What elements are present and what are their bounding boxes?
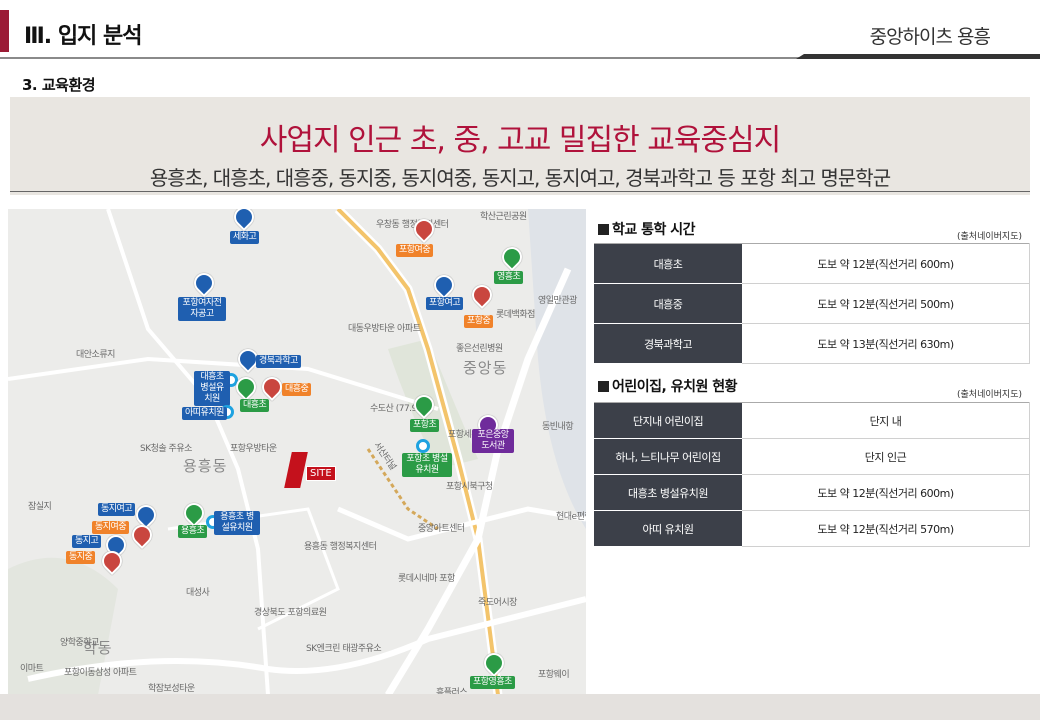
table-key: 하나, 느티나무 어린이집 (594, 438, 742, 475)
place-label: 포항웨이 (538, 670, 570, 680)
map-tag[interactable]: 세화고 (230, 231, 260, 244)
place-label: 대동우방타운 아파트 (348, 324, 421, 334)
map-tag[interactable]: 영흥초 (494, 271, 524, 284)
table-row: 대흥초 병설유치원 도보 약 12분(직선거리 600m) (594, 474, 1030, 511)
place-label: 대성사 (186, 588, 210, 598)
table-value: 도보 약 12분(직선거리 600m) (742, 243, 1030, 284)
map-tag[interactable]: 동지여고 (98, 503, 136, 516)
subsection-title: 3. 교육환경 (22, 76, 96, 94)
map-tag[interactable]: 용흥초 병설유치원 (214, 511, 260, 535)
map-tag[interactable]: 대흥초 (240, 399, 270, 412)
place-label: 포항우방타운 (230, 444, 277, 454)
daycare-source: (출처네이버지도) (957, 390, 1022, 400)
table-row: 아띠 유치원 도보 약 12분(직선거리 570m) (594, 510, 1030, 547)
map-tag[interactable]: 동지고 (72, 535, 102, 548)
banner-underline (10, 191, 1030, 192)
table-row: 하나, 느티나무 어린이집 단지 인근 (594, 438, 1030, 475)
map-tag[interactable]: 용흥초 (178, 525, 208, 538)
place-label: 포항시북구청 (446, 482, 493, 492)
table-row: 대흥초 도보 약 12분(직선거리 600m) (594, 243, 1030, 284)
place-label: 좋은선린병원 (456, 344, 503, 354)
place-label: 동빈내항 (542, 422, 574, 432)
table-key: 대흥초 (594, 243, 742, 284)
place-label: 학산근린공원 (480, 212, 527, 222)
place-label: 롯데백화점 (496, 310, 535, 320)
banner-subline: 용흥초, 대흥초, 대흥중, 동지중, 동지여중, 동지고, 동지여고, 경북과… (149, 166, 891, 190)
place-label: 잠실지 (28, 502, 52, 512)
table-key: 단지내 어린이집 (594, 402, 742, 439)
kindergarten-marker-icon[interactable] (416, 439, 430, 453)
commute-title: 학교 통학 시간 (598, 219, 696, 239)
place-label: 죽도어시장 (478, 598, 517, 608)
table-value: 도보 약 13분(직선거리 630m) (742, 323, 1030, 364)
place-label: 대안소류지 (76, 350, 115, 360)
table-key: 대흥초 병설유치원 (594, 474, 742, 511)
place-label: 용흥동 행정복지센터 (304, 542, 377, 552)
site-label[interactable]: SITE (306, 466, 336, 481)
map-tag[interactable]: 경북과학고 (256, 355, 301, 368)
location-map[interactable]: 용흥동 중앙동 학동 우창동 행정복지센터 대동우방타운 아파트 수도산 (77… (8, 209, 586, 695)
table-row: 단지내 어린이집 단지 내 (594, 402, 1030, 439)
banner-headline: 사업지 인근 초, 중, 고교 밀집한 교육중심지 (259, 123, 782, 158)
place-label: 우창동 행정복지센터 (376, 220, 449, 230)
section-title: Ⅲ. 입지 분석 (24, 24, 142, 49)
bullet-square-icon (598, 224, 609, 235)
map-tag[interactable]: 포항영흥초 (470, 676, 515, 689)
table-key: 경북과학고 (594, 323, 742, 364)
map-tag[interactable]: 포항중 (464, 315, 494, 328)
place-label: 포항이동삼성 아파트 (64, 668, 137, 678)
daycare-title: 어린이집, 유치원 현황 (598, 376, 738, 396)
district-label: 용흥동 (183, 457, 228, 475)
place-label: 학잠보성타운 (148, 684, 195, 694)
section-accent-bar (0, 10, 9, 52)
table-value: 단지 내 (742, 402, 1030, 439)
table-value: 도보 약 12분(직선거리 500m) (742, 283, 1030, 324)
table-key: 대흥중 (594, 283, 742, 324)
place-label: 현대e편한 주유 (556, 512, 586, 522)
header-divider-accent (796, 54, 1040, 59)
daycare-table: 단지내 어린이집 단지 내 하나, 느티나무 어린이집 단지 인근 대흥초 병설유치… (594, 402, 1030, 547)
table-value: 도보 약 12분(직선거리 570m) (742, 510, 1030, 547)
map-tag[interactable]: 포항여자전자공고 (178, 297, 226, 321)
table-row: 대흥중 도보 약 12분(직선거리 500m) (594, 283, 1030, 324)
map-tag[interactable]: 포항여중 (396, 244, 434, 257)
table-row: 경북과학고 도보 약 13분(직선거리 630m) (594, 323, 1030, 364)
place-label: 경상북도 포항의료원 (254, 608, 327, 618)
commute-source: (출처네이버지도) (957, 232, 1022, 242)
brand-name: 중앙하이츠 용흥 (869, 26, 991, 48)
map-tag[interactable]: 동지여중 (92, 521, 130, 534)
table-value: 단지 인근 (742, 438, 1030, 475)
footer-bar (0, 694, 1040, 720)
map-tag[interactable]: 포항여고 (426, 297, 464, 310)
place-label: 영일만관광 (538, 296, 577, 306)
place-label: 중앙아트센터 (418, 524, 465, 534)
commute-table: 대흥초 도보 약 12분(직선거리 600m) 대흥중 도보 약 12분(직선거리 … (594, 243, 1030, 364)
place-label: SK엔크린 태광주유소 (306, 644, 382, 654)
place-label: 이마트 (20, 664, 44, 674)
map-tag[interactable]: 동지중 (66, 551, 96, 564)
place-label: 롯데시네마 포항 (398, 574, 455, 584)
table-value: 도보 약 12분(직선거리 600m) (742, 474, 1030, 511)
map-tag[interactable]: 대흥중 (282, 383, 312, 396)
map-tag[interactable]: 포항초 (410, 419, 440, 432)
place-label: 양학중학교 (60, 638, 99, 648)
map-tag[interactable]: 포항초 병설유치원 (402, 453, 452, 477)
district-label: 중앙동 (463, 359, 508, 377)
map-tag[interactable]: 포은중앙도서관 (472, 429, 514, 453)
map-tag[interactable]: 아띠유치원 (182, 407, 227, 420)
place-label: SK청솔 주유소 (140, 444, 192, 454)
bullet-square-icon (598, 381, 609, 392)
table-key: 아띠 유치원 (594, 510, 742, 547)
map-tag[interactable]: 대흥초 병설유치원 (194, 371, 230, 406)
